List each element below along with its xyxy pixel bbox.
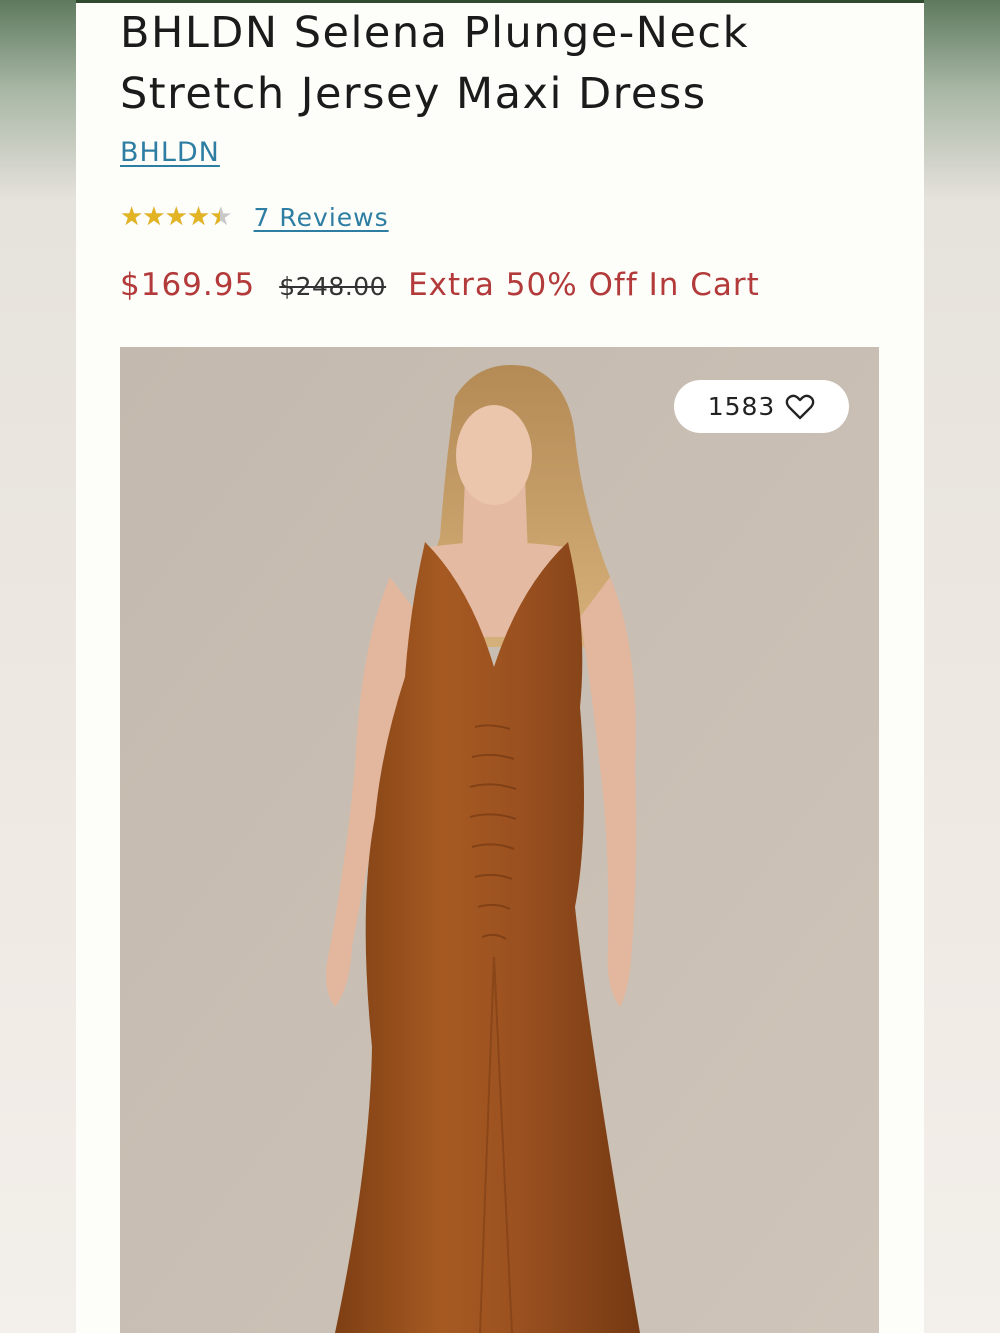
favorite-count: 1583 bbox=[707, 392, 776, 421]
sale-price: $169.95 bbox=[120, 267, 256, 303]
star-rating: ★★★★★ ★★★★★ bbox=[120, 202, 233, 232]
brand-link[interactable]: BHLDN bbox=[120, 137, 220, 168]
product-panel: BHLDN Selena Plunge-Neck Stretch Jersey … bbox=[76, 3, 924, 1333]
stars-filled: ★★★★★ bbox=[120, 202, 220, 232]
original-price: $248.00 bbox=[279, 272, 387, 301]
favorite-button[interactable]: 1583 bbox=[674, 380, 849, 433]
reviews-link[interactable]: 7 Reviews bbox=[254, 203, 389, 232]
background-left bbox=[0, 0, 76, 1333]
heart-outline-icon bbox=[786, 394, 815, 419]
product-title: BHLDN Selena Plunge-Neck Stretch Jersey … bbox=[120, 8, 749, 119]
rating-row: ★★★★★ ★★★★★ 7 Reviews bbox=[120, 200, 389, 234]
dress-photo bbox=[120, 347, 879, 1333]
promo-text: Extra 50% Off In Cart bbox=[408, 267, 760, 303]
product-image[interactable]: 1583 bbox=[120, 347, 879, 1333]
price-row: $169.95 $248.00 Extra 50% Off In Cart bbox=[120, 267, 760, 303]
background-right bbox=[924, 0, 1000, 1333]
